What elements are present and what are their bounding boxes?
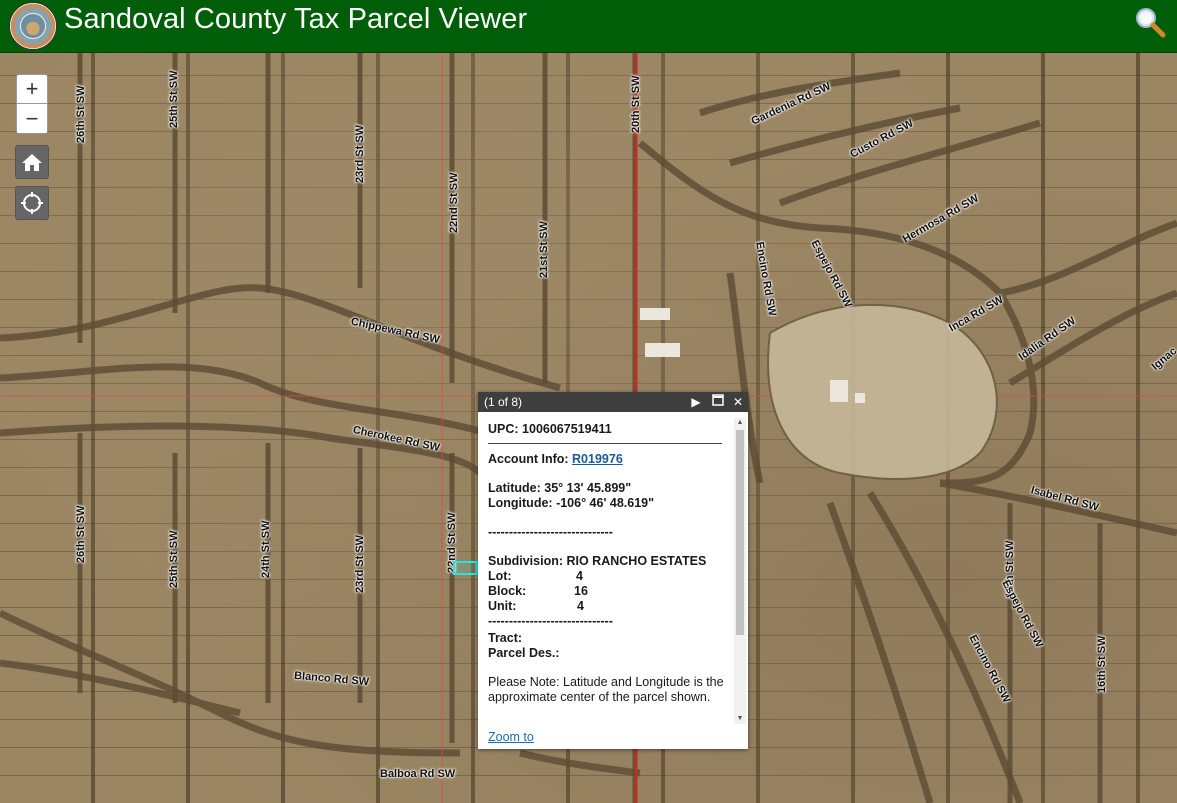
longitude-value: -106° 46' 48.619" xyxy=(556,496,655,510)
home-icon xyxy=(22,154,42,171)
next-arrow-icon[interactable]: ▶ xyxy=(688,394,704,410)
maximize-icon[interactable] xyxy=(710,394,726,410)
divider xyxy=(488,443,722,444)
app-title: Sandoval County Tax Parcel Viewer xyxy=(64,3,528,35)
road-label: 21st St SW xyxy=(538,221,550,278)
scroll-down-icon[interactable]: ▼ xyxy=(734,714,746,724)
popup-header: (1 of 8) ▶ ✕ xyxy=(478,392,748,412)
locate-icon xyxy=(21,192,43,214)
dash-separator: ------------------------------ xyxy=(488,614,613,628)
road-label: 24th St SW xyxy=(260,520,272,578)
search-icon[interactable] xyxy=(1133,5,1167,39)
lat-lon-note: Please Note: Latitude and Longitude is t… xyxy=(488,675,724,704)
block-label: Block: xyxy=(488,584,527,598)
lot-label: Lot: xyxy=(488,569,512,583)
road-label: 26th St SW xyxy=(75,505,87,563)
subdivision-label: Subdivision: xyxy=(488,554,563,568)
upc-label: UPC: xyxy=(488,422,519,436)
subdivision-value: RIO RANCHO ESTATES xyxy=(566,554,707,568)
upc-value: 1006067519411 xyxy=(522,422,612,436)
home-button[interactable] xyxy=(15,145,49,179)
latitude-value: 35° 13' 45.899" xyxy=(544,481,632,495)
parcel-des-label: Parcel Des.: xyxy=(488,646,560,660)
tract-label: Tract: xyxy=(488,631,523,645)
dash-separator: ------------------------------ xyxy=(488,525,613,539)
unit-label: Unit: xyxy=(488,599,517,613)
block-value: 16 xyxy=(574,584,588,598)
zoom-out-button[interactable]: − xyxy=(16,104,48,134)
road-label: 23rd St SW xyxy=(354,124,366,183)
popup-content: UPC: 1006067519411 Account Info: R019976… xyxy=(478,412,734,728)
account-label: Account Info: xyxy=(488,452,569,466)
road-label: Balboa Rd SW xyxy=(380,768,456,780)
zoom-to-link[interactable]: Zoom to xyxy=(488,730,534,744)
account-link[interactable]: R019976 xyxy=(572,452,623,466)
app-header: Sandoval County Tax Parcel Viewer xyxy=(0,0,1177,53)
lot-value: 4 xyxy=(576,569,583,583)
zoom-in-button[interactable]: + xyxy=(16,74,48,104)
latitude-label: Latitude: xyxy=(488,481,541,495)
close-icon[interactable]: ✕ xyxy=(730,394,746,410)
road-label: 16th St SW xyxy=(1096,635,1108,693)
scroll-up-icon[interactable]: ▲ xyxy=(734,418,746,428)
road-label: 25th St SW xyxy=(168,70,180,128)
popup-scrollbar[interactable]: ▲ ▼ xyxy=(734,418,746,724)
popup-counter: (1 of 8) xyxy=(484,395,523,409)
road-label: 22nd St SW xyxy=(448,172,460,233)
scroll-thumb[interactable] xyxy=(736,430,744,635)
selected-parcel-highlight[interactable] xyxy=(453,561,478,575)
locate-button[interactable] xyxy=(15,186,49,220)
road-label: 20th St SW xyxy=(630,75,642,133)
road-label: 23rd St SW xyxy=(354,534,366,593)
longitude-label: Longitude: xyxy=(488,496,553,510)
unit-value: 4 xyxy=(577,599,584,613)
parcel-popup: (1 of 8) ▶ ✕ UPC: 1006067519411 Account … xyxy=(478,392,748,749)
road-label: 25th St SW xyxy=(168,530,180,588)
road-label: 26th St SW xyxy=(75,85,87,143)
county-seal-icon xyxy=(9,2,57,50)
